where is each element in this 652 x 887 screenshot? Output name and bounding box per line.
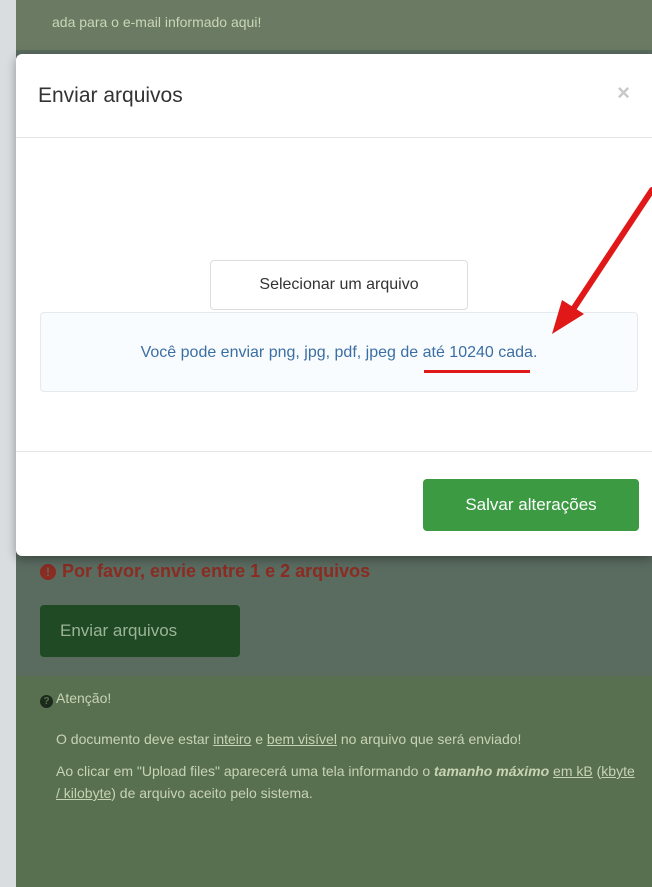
annotation-arrow-icon [552, 187, 652, 334]
